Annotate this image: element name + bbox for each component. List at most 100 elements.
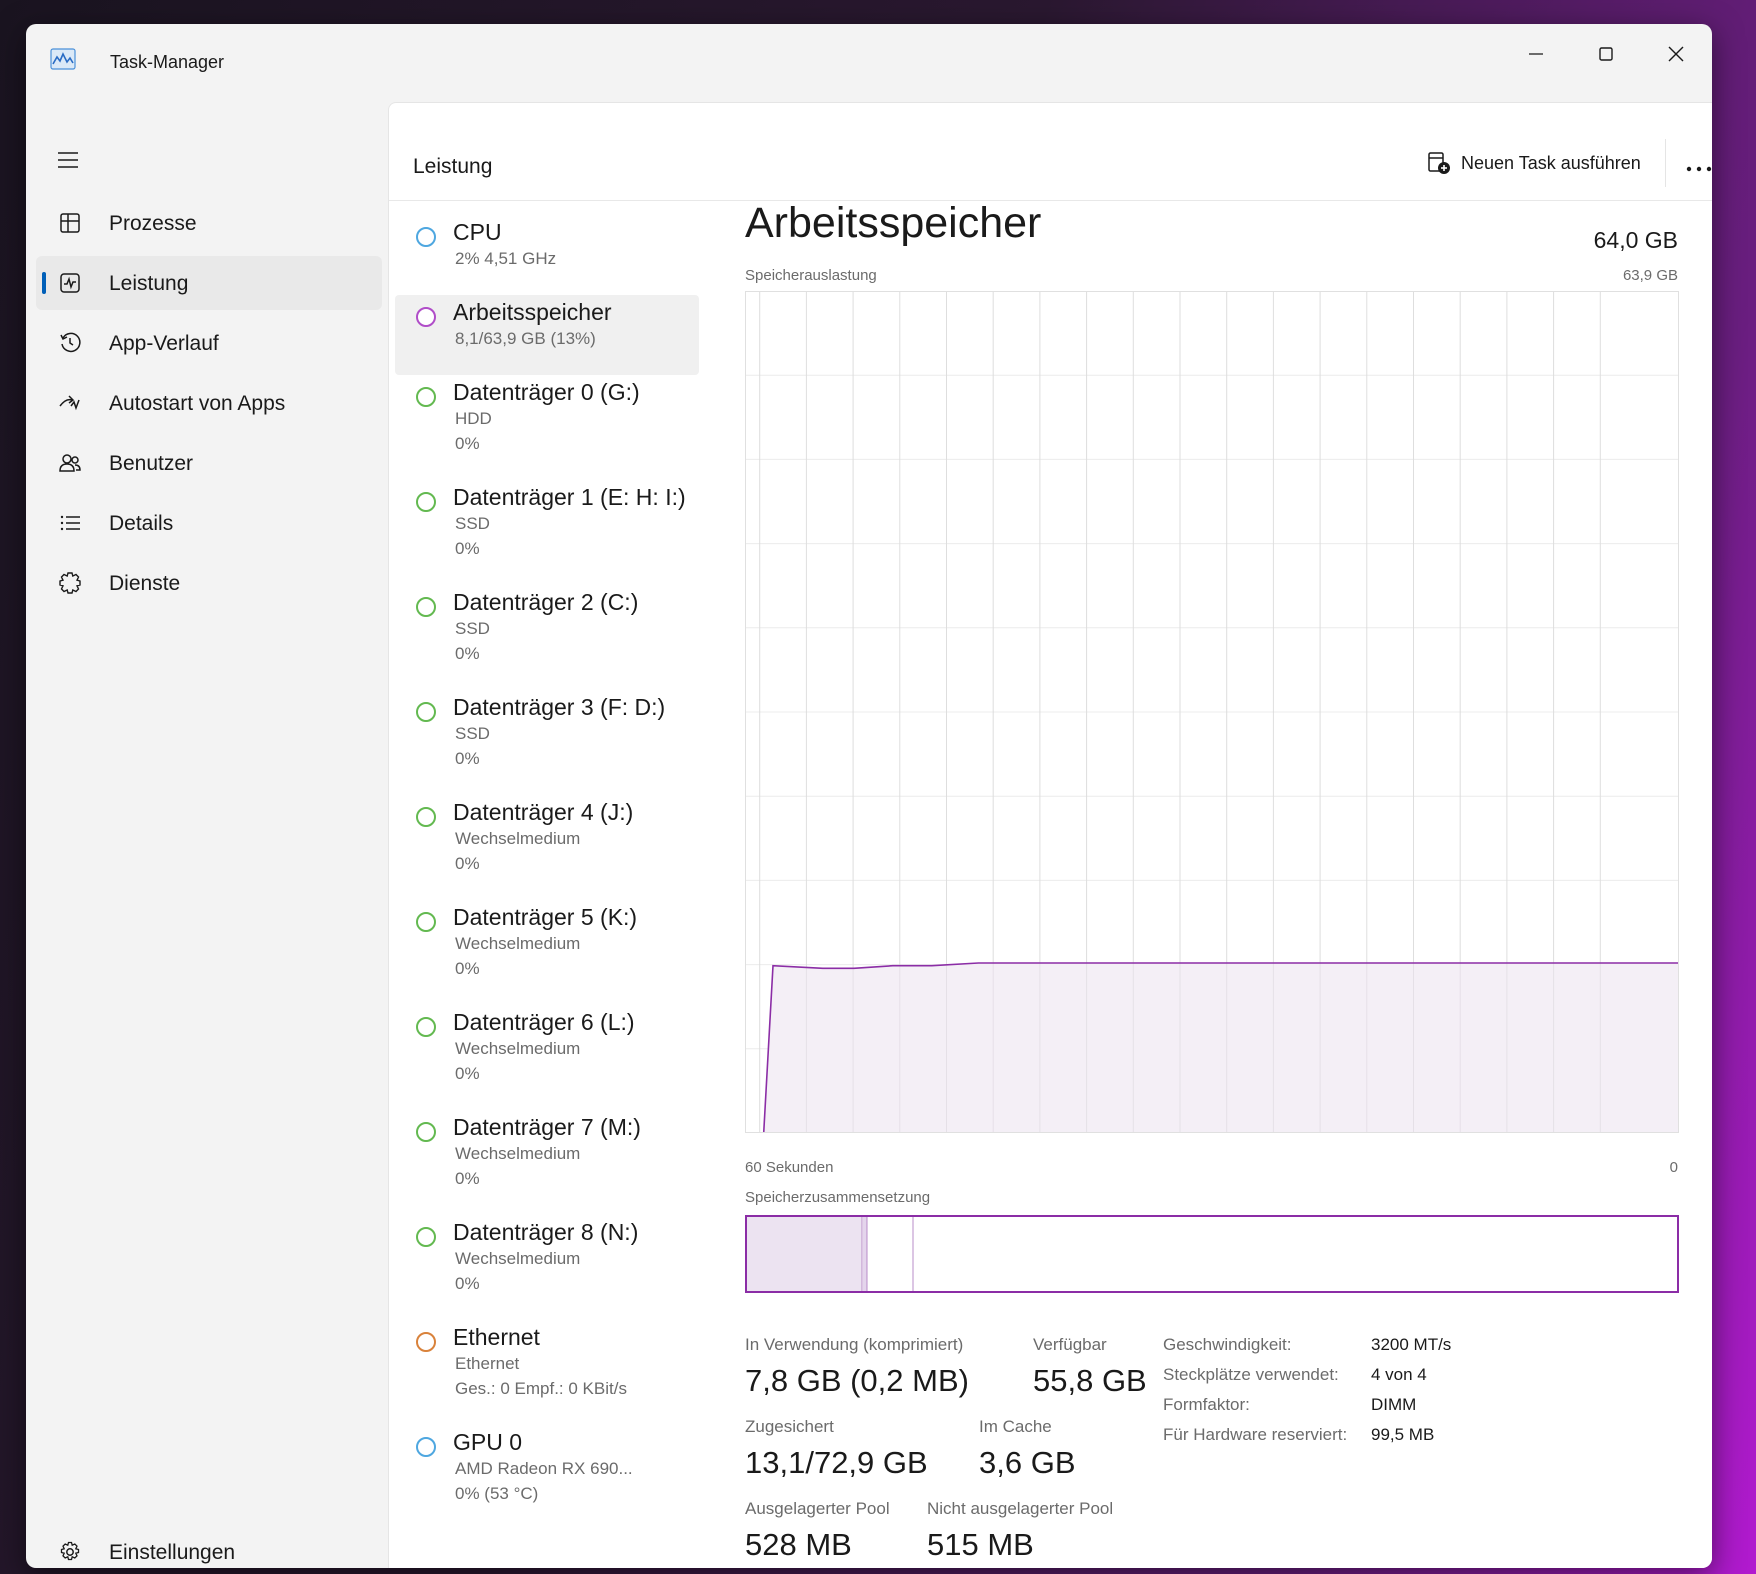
usage-graph-max: 63,9 GB: [1622, 267, 1678, 284]
nav-label: Benutzer: [109, 452, 194, 475]
resource-usage: 0%: [455, 434, 480, 453]
paged-pool-value: 528 MB: [745, 1527, 852, 1562]
nav-label: Dienste: [109, 572, 181, 595]
resource-name: Ethernet: [453, 1324, 540, 1350]
resource-usage: 0% (53 °C): [455, 1484, 539, 1503]
resource-item-disk-1[interactable]: Datenträger 1 (E: H: I:) SSD 0%: [395, 480, 699, 580]
hamburger-menu-button[interactable]: [48, 142, 88, 178]
maximize-button[interactable]: [1576, 34, 1636, 74]
minimize-icon: [1529, 53, 1543, 55]
resource-type: Ethernet: [455, 1354, 520, 1373]
resource-item-disk-4[interactable]: Datenträger 4 (J:) Wechselmedium 0%: [395, 795, 699, 895]
nav-label: Leistung: [109, 272, 189, 295]
resource-item-cpu[interactable]: CPU 2% 4,51 GHz: [395, 215, 699, 291]
nav-item-settings[interactable]: Einstellungen: [36, 1530, 382, 1568]
committed-label: Zugesichert: [745, 1417, 834, 1436]
resource-type: HDD: [455, 409, 492, 428]
resource-usage: 0%: [455, 749, 480, 768]
memory-composition-bar: [745, 1215, 1679, 1293]
resource-type: Wechselmedium: [455, 1039, 581, 1058]
maximize-icon: [1599, 47, 1613, 61]
form-factor-label: Formfaktor:: [1163, 1395, 1250, 1414]
settings-gear-icon: [58, 1540, 82, 1564]
gpu-status-dot: [416, 1437, 436, 1457]
page-title: Leistung: [413, 155, 493, 178]
resource-type: Wechselmedium: [455, 934, 581, 953]
slots-label: Steckplätze verwendet:: [1163, 1365, 1339, 1384]
disk-status-dot: [416, 807, 436, 827]
nav-label: Autostart von Apps: [109, 392, 286, 415]
resource-item-memory[interactable]: Arbeitsspeicher 8,1/63,9 GB (13%): [395, 295, 699, 375]
committed-value: 13,1/72,9 GB: [745, 1445, 928, 1480]
performance-panel: Leistung Neuen Task ausführen CPU 2% 4,5…: [388, 102, 1712, 1568]
resource-type: AMD Radeon RX 690...: [455, 1459, 633, 1478]
resource-item-disk-5[interactable]: Datenträger 5 (K:) Wechselmedium 0%: [395, 900, 699, 1000]
graph-time-left-label: 60 Sekunden: [745, 1159, 834, 1176]
resource-usage: 0%: [455, 959, 480, 978]
resource-type: Wechselmedium: [455, 829, 581, 848]
resource-item-disk-8[interactable]: Datenträger 8 (N:) Wechselmedium 0%: [395, 1215, 699, 1315]
resource-name: Datenträger 4 (J:): [453, 799, 634, 825]
resource-item-gpu-0[interactable]: GPU 0 AMD Radeon RX 690... 0% (53 °C): [395, 1425, 699, 1525]
resource-item-disk-2[interactable]: Datenträger 2 (C:) SSD 0%: [395, 585, 699, 685]
nav-item-startup-apps[interactable]: Autostart von Apps: [36, 376, 382, 430]
nonpaged-pool-label: Nicht ausgelagerter Pool: [927, 1499, 1114, 1518]
window-title: Task-Manager: [110, 52, 225, 72]
nav-item-services[interactable]: Dienste: [36, 556, 382, 610]
details-icon: [58, 511, 82, 535]
hardware-reserved-label: Für Hardware reserviert:: [1163, 1425, 1348, 1444]
close-icon: [1668, 46, 1684, 62]
nav-item-users[interactable]: Benutzer: [36, 436, 382, 490]
available-value: 55,8 GB: [1033, 1363, 1147, 1398]
services-icon: [58, 571, 82, 595]
resource-item-disk-6[interactable]: Datenträger 6 (L:) Wechselmedium 0%: [395, 1005, 699, 1105]
in-use-label: In Verwendung (komprimiert): [745, 1335, 964, 1354]
hamburger-icon: [58, 152, 78, 168]
resource-name: CPU: [453, 219, 502, 245]
detail-title: Arbeitsspeicher: [745, 199, 1042, 247]
resource-usage: 0%: [455, 854, 480, 873]
disk-status-dot: [416, 492, 436, 512]
settings-label: Einstellungen: [109, 1541, 236, 1564]
resource-usage: 0%: [455, 1064, 480, 1083]
slots-value: 4 von 4: [1371, 1365, 1427, 1384]
nav-item-performance[interactable]: Leistung: [36, 256, 382, 310]
composition-border: [745, 1215, 1679, 1293]
nav-label: Details: [109, 512, 174, 535]
resource-usage: 0%: [455, 644, 480, 663]
nav-item-details[interactable]: Details: [36, 496, 382, 550]
disk-status-dot: [416, 387, 436, 407]
nav-item-processes[interactable]: Prozesse: [36, 196, 382, 250]
hardware-reserved-value: 99,5 MB: [1371, 1425, 1435, 1444]
minimize-button[interactable]: [1506, 34, 1566, 74]
resource-name: Datenträger 6 (L:): [453, 1009, 635, 1035]
run-task-icon: [1428, 152, 1450, 174]
more-options-button[interactable]: [1679, 155, 1712, 183]
composition-modified: [863, 1216, 867, 1292]
run-new-task-button[interactable]: Neuen Task ausführen: [1427, 151, 1641, 175]
disk-status-dot: [416, 597, 436, 617]
close-button[interactable]: [1646, 34, 1706, 74]
active-indicator: [42, 272, 46, 294]
memory-usage-graph: [745, 291, 1679, 1133]
content-header: Leistung Neuen Task ausführen: [389, 103, 1712, 201]
resource-detail: 8,1/63,9 GB (13%): [455, 329, 596, 348]
paged-pool-label: Ausgelagerter Pool: [745, 1499, 890, 1518]
resource-item-disk-3[interactable]: Datenträger 3 (F: D:) SSD 0%: [395, 690, 699, 790]
resource-type: SSD: [455, 514, 490, 533]
resource-item-disk-7[interactable]: Datenträger 7 (M:) Wechselmedium 0%: [395, 1110, 699, 1210]
resource-item-disk-0[interactable]: Datenträger 0 (G:) HDD 0%: [395, 375, 699, 475]
available-label: Verfügbar: [1033, 1335, 1107, 1354]
composition-in-use: [746, 1216, 862, 1292]
nav-item-app-history[interactable]: App-Verlauf: [36, 316, 382, 370]
resource-item-ethernet[interactable]: Ethernet Ethernet Ges.: 0 Empf.: 0 KBit/…: [395, 1320, 699, 1420]
memory-usage-area: [745, 963, 1679, 1133]
users-icon: [58, 451, 82, 475]
performance-icon: [58, 271, 82, 295]
task-manager-app-icon: [50, 48, 76, 70]
cpu-status-dot: [416, 227, 436, 247]
form-factor-value: DIMM: [1371, 1395, 1417, 1414]
nonpaged-pool-value: 515 MB: [927, 1527, 1034, 1562]
resource-usage: Ges.: 0 Empf.: 0 KBit/s: [455, 1379, 627, 1398]
title-bar[interactable]: Task-Manager: [26, 24, 1712, 100]
